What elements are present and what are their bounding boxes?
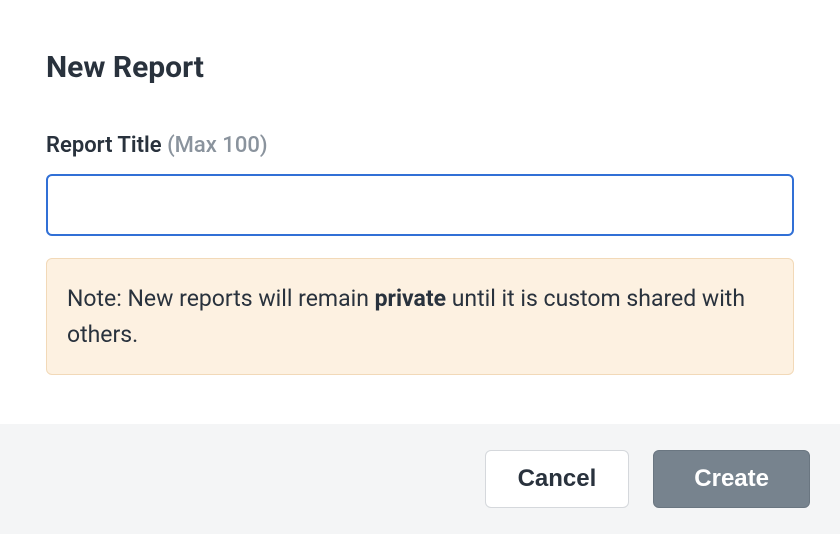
report-title-input[interactable]: [46, 174, 794, 236]
field-label: Report Title: [46, 133, 162, 158]
create-button[interactable]: Create: [653, 450, 810, 508]
note-bold: private: [375, 285, 446, 312]
note-prefix: Note: New reports will remain: [67, 285, 375, 312]
dialog-body: New Report Report Title (Max 100) Note: …: [0, 0, 840, 424]
field-label-row: Report Title (Max 100): [46, 133, 794, 158]
dialog-title: New Report: [46, 50, 794, 85]
note-box: Note: New reports will remain private un…: [46, 258, 794, 375]
dialog-footer: Cancel Create: [0, 424, 840, 534]
cancel-button[interactable]: Cancel: [485, 450, 630, 508]
field-label-hint: (Max 100): [167, 133, 267, 158]
